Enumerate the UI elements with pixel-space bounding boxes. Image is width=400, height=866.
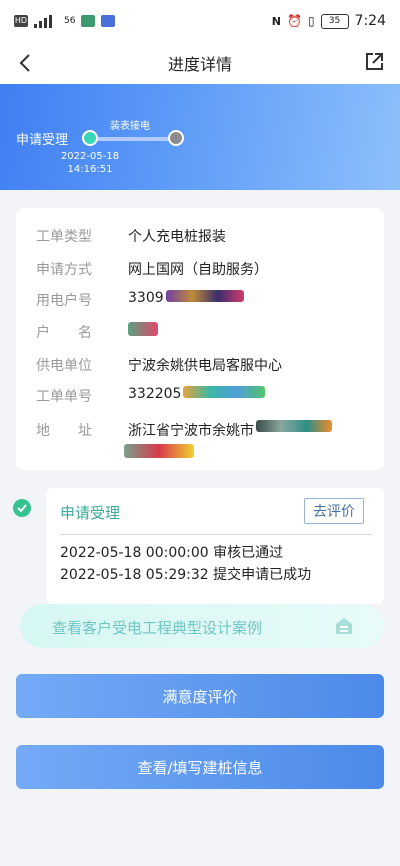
evaluate-button[interactable]: 去评价 <box>304 498 364 524</box>
detail-label: 地 址 <box>36 423 92 439</box>
alarm-icon: ⏰ <box>286 14 302 28</box>
redacted-mark <box>165 290 244 302</box>
flow-card: 申请受理 去评价 2022-05-18 00:00:00 审核已通过 2022-… <box>46 488 384 604</box>
progress-banner: 申请受理 装表接电 2022-05-18 14:16:51 <box>0 84 400 190</box>
nfc-icon: N <box>271 14 281 28</box>
redacted-mark <box>256 420 332 432</box>
detail-value: 网上国网（自助服务） <box>128 262 268 278</box>
pile-info-button[interactable]: 查看/填写建桩信息 <box>16 745 384 789</box>
notification-icon <box>101 15 116 27</box>
detail-label: 工单单号 <box>36 389 92 405</box>
detail-row: 用电户号 3309 <box>36 290 244 310</box>
progress-track <box>90 137 176 141</box>
step-dot-pending <box>168 130 184 146</box>
detail-row: 申请方式 网上国网（自助服务） <box>36 259 268 279</box>
network-label: 56 <box>64 16 76 26</box>
details-card: 工单类型 个人充电桩报装 申请方式 网上国网（自助服务） 用电户号 3309 户… <box>16 208 384 470</box>
page-title: 进度详情 <box>167 55 232 74</box>
flow-item: 2022-05-18 05:29:32 提交申请已成功 <box>60 567 312 583</box>
design-case-banner[interactable]: 查看客户受电工程典型设计案例 <box>20 604 384 648</box>
nav-bar: 进度详情 <box>0 42 400 84</box>
flow-title: 申请受理 <box>60 504 121 522</box>
step-timestamp: 2022-05-18 14:16:51 <box>60 150 120 176</box>
detail-label: 工单类型 <box>36 229 92 245</box>
step-date: 2022-05-18 <box>60 151 120 162</box>
detail-row: 供电单位 宁波余姚供电局客服中心 <box>36 355 282 375</box>
detail-row: 地 址 浙江省宁波市余姚市 <box>36 420 332 440</box>
step-dot-complete <box>82 130 98 146</box>
document-icon <box>336 618 352 634</box>
vibrate-icon: ▯ <box>307 14 315 28</box>
detail-value: 个人充电桩报装 <box>128 229 226 245</box>
detail-label: 供电单位 <box>36 358 92 374</box>
detail-label: 申请方式 <box>36 262 92 278</box>
detail-value: 332205 <box>128 386 182 402</box>
detail-value: 浙江省宁波市余姚市 <box>128 423 254 439</box>
detail-label: 用电户号 <box>36 293 92 309</box>
clock: 7:24 <box>354 13 386 29</box>
detail-row: 工单单号 332205 <box>36 386 266 406</box>
back-icon[interactable] <box>14 51 38 75</box>
status-bar: HD 56 N ⏰ ▯ 35 7:24 <box>0 0 400 42</box>
detail-value: 3309 <box>128 290 164 306</box>
flow-item: 2022-05-18 00:00:00 审核已通过 <box>60 545 284 561</box>
redacted-mark <box>128 322 158 336</box>
detail-row: 工单类型 个人充电桩报装 <box>36 226 226 246</box>
detail-row: 户 名 <box>36 322 158 342</box>
design-case-text: 查看客户受电工程典型设计案例 <box>52 619 263 637</box>
step-time: 14:16:51 <box>67 164 113 175</box>
divider <box>60 534 372 535</box>
hd-icon: HD <box>14 15 28 27</box>
satisfaction-button[interactable]: 满意度评价 <box>16 674 384 718</box>
current-step-label: 申请受理 <box>16 133 69 148</box>
redacted-mark <box>183 386 266 398</box>
battery-icon: 35 <box>320 13 349 29</box>
detail-label: 户 名 <box>36 325 92 341</box>
step-node-label: 装表接电 <box>110 121 150 132</box>
signal-icon <box>34 14 58 28</box>
check-icon <box>13 499 31 517</box>
redacted-mark <box>124 444 194 458</box>
detail-value: 宁波余姚供电局客服中心 <box>128 358 282 374</box>
app-icon <box>81 15 96 27</box>
share-icon[interactable] <box>362 50 386 74</box>
